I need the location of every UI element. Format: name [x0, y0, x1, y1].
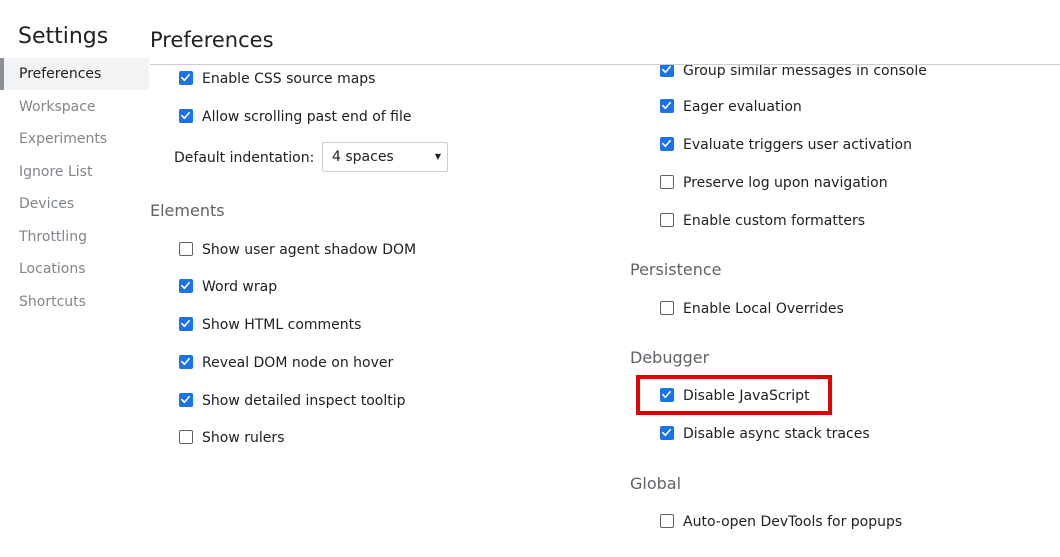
- setting-label: Show HTML comments: [202, 317, 362, 333]
- checkbox-checked[interactable]: [179, 355, 193, 369]
- setting-label: Allow scrolling past end of file: [202, 109, 412, 125]
- setting-label: Enable Local Overrides: [683, 301, 844, 317]
- checkbox-checked[interactable]: [660, 65, 674, 77]
- checkbox[interactable]: [179, 242, 193, 256]
- setting-label: Disable async stack traces: [683, 426, 870, 442]
- checkbox-checked[interactable]: [179, 71, 193, 85]
- checkbox-checked[interactable]: [179, 393, 193, 407]
- checkmark-icon: [181, 111, 190, 120]
- preferences-content: Enable CSS source maps Allow scrolling p…: [0, 65, 1060, 557]
- setting-label: Enable custom formatters: [683, 213, 866, 229]
- checkbox-checked[interactable]: [179, 279, 193, 293]
- settings-title: Settings: [18, 24, 109, 49]
- section-title-global: Global: [630, 474, 682, 493]
- setting-label: Auto-open DevTools for popups: [683, 514, 903, 530]
- checkbox-checked[interactable]: [179, 317, 193, 331]
- highlight-box: [636, 375, 832, 415]
- default-indentation-label: Default indentation:: [174, 150, 315, 166]
- checkmark-icon: [662, 139, 671, 148]
- setting-label: Show detailed inspect tooltip: [202, 393, 406, 409]
- checkbox[interactable]: [660, 175, 674, 189]
- section-title-persistence: Persistence: [630, 260, 722, 279]
- checkbox[interactable]: [660, 213, 674, 227]
- checkmark-icon: [662, 65, 671, 74]
- setting-label: Show rulers: [202, 430, 285, 446]
- checkbox-checked[interactable]: [660, 426, 674, 440]
- checkmark-icon: [662, 428, 671, 437]
- select-value: 4 spaces: [332, 149, 394, 165]
- setting-label: Group similar messages in console: [683, 65, 927, 79]
- checkmark-icon: [181, 281, 190, 290]
- setting-label: Reveal DOM node on hover: [202, 355, 394, 371]
- checkmark-icon: [181, 73, 190, 82]
- section-title-debugger: Debugger: [630, 348, 710, 367]
- checkbox-checked[interactable]: [660, 99, 674, 113]
- setting-label: Show user agent shadow DOM: [202, 242, 417, 258]
- checkmark-icon: [181, 395, 190, 404]
- checkmark-icon: [181, 357, 190, 366]
- setting-label: Enable CSS source maps: [202, 71, 376, 87]
- page-title: Preferences: [150, 28, 274, 52]
- checkmark-icon: [662, 101, 671, 110]
- setting-label: Evaluate triggers user activation: [683, 137, 912, 153]
- checkbox-checked[interactable]: [660, 137, 674, 151]
- checkbox[interactable]: [179, 430, 193, 444]
- checkmark-icon: [181, 319, 190, 328]
- checkbox[interactable]: [660, 514, 674, 528]
- section-title-elements: Elements: [150, 201, 225, 220]
- setting-label: Word wrap: [202, 279, 278, 295]
- setting-label: Eager evaluation: [683, 99, 802, 115]
- setting-label: Preserve log upon navigation: [683, 175, 888, 191]
- checkbox[interactable]: [660, 301, 674, 315]
- checkbox-checked[interactable]: [179, 109, 193, 123]
- default-indentation-select[interactable]: 4 spaces ▼: [322, 142, 448, 172]
- dropdown-arrow-icon: ▼: [434, 152, 441, 161]
